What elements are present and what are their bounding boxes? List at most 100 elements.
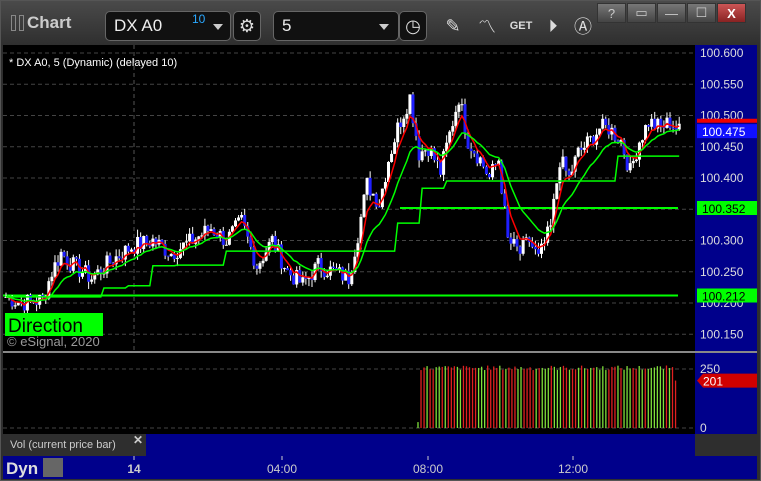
candle [273,236,277,252]
candle [469,148,473,152]
volume-legend: Vol (current price bar) [10,439,116,451]
candle [555,183,559,199]
candle [521,240,525,254]
candle [270,236,274,243]
candle [237,217,241,221]
candle [460,104,464,106]
candle [188,233,192,242]
candle [169,253,173,257]
candle [631,161,635,164]
candle [368,177,372,196]
candle [628,163,632,171]
candle [659,118,663,127]
candle [365,177,369,195]
candle [576,147,580,157]
candle [634,159,638,162]
candle [579,147,583,150]
candle [448,131,452,143]
candle [341,267,345,281]
candle [457,104,461,112]
candle [601,118,605,129]
candle [399,122,403,128]
lower-level-label: 100.212 [702,290,746,304]
candle [405,113,409,119]
candle [74,257,78,259]
candle [234,220,237,227]
candle [129,249,133,252]
volume-tick: 0 [700,421,707,435]
candle [650,118,654,127]
candle [484,166,488,175]
candle [472,151,476,154]
candle [371,193,375,196]
candle [292,275,296,285]
price-pane[interactable] [3,45,695,352]
time-tick: 14 [127,462,141,476]
candle [647,125,651,127]
close-study-icon[interactable]: ✕ [133,433,143,447]
candle [286,268,290,271]
price-tick: 100.150 [700,327,744,341]
candle [390,153,394,162]
candle [252,246,256,266]
candle [588,136,592,138]
candle [62,251,66,257]
candle [549,225,553,227]
candle [503,193,507,206]
candle [316,258,320,264]
candle [377,206,381,208]
volume-legend-bar [146,434,695,456]
candle [301,277,305,283]
candle [117,256,121,259]
time-axis[interactable] [3,456,757,479]
candle [50,276,54,282]
time-tick: 12:00 [558,462,588,476]
candle [487,174,491,178]
candle [604,118,608,126]
candle [426,150,430,156]
price-tick: 100.400 [700,171,744,185]
candle [136,236,140,254]
candle [408,94,412,114]
candle [536,249,540,254]
candle [640,140,644,143]
candle [108,255,112,263]
candle [258,263,262,269]
candle [439,161,443,175]
last-price-label: 100.475 [702,125,746,139]
candle [515,239,519,247]
candle [16,302,20,306]
candle [126,245,130,252]
candle [240,214,244,218]
volume-last-label: 201 [703,375,723,389]
candle [533,246,537,250]
candle [185,241,189,243]
time-tick: 04:00 [267,462,297,476]
time-tick: 08:00 [413,462,443,476]
candle [561,156,565,168]
candle [59,251,63,266]
candle [668,117,672,128]
candle [582,147,586,150]
copyright: © eSignal, 2020 [7,334,100,349]
candle [331,266,335,269]
candle [90,279,94,282]
candle [435,160,439,162]
dyn-scale-button[interactable]: Dyn [6,459,38,478]
candle [53,262,57,277]
candle [145,235,149,243]
lock-icon[interactable] [43,458,63,477]
candle [255,265,259,269]
candle [665,117,669,128]
candle [653,118,657,129]
candle [451,126,455,132]
chart-canvas[interactable]: 100.600100.550100.500100.450100.400100.3… [0,0,761,481]
price-tick: 100.250 [700,265,744,279]
candle [518,246,522,254]
candle [512,239,516,244]
upper-level-label: 100.352 [702,202,746,216]
candle [166,255,170,257]
candle [206,225,210,232]
candle [362,194,366,217]
candle [282,268,286,270]
